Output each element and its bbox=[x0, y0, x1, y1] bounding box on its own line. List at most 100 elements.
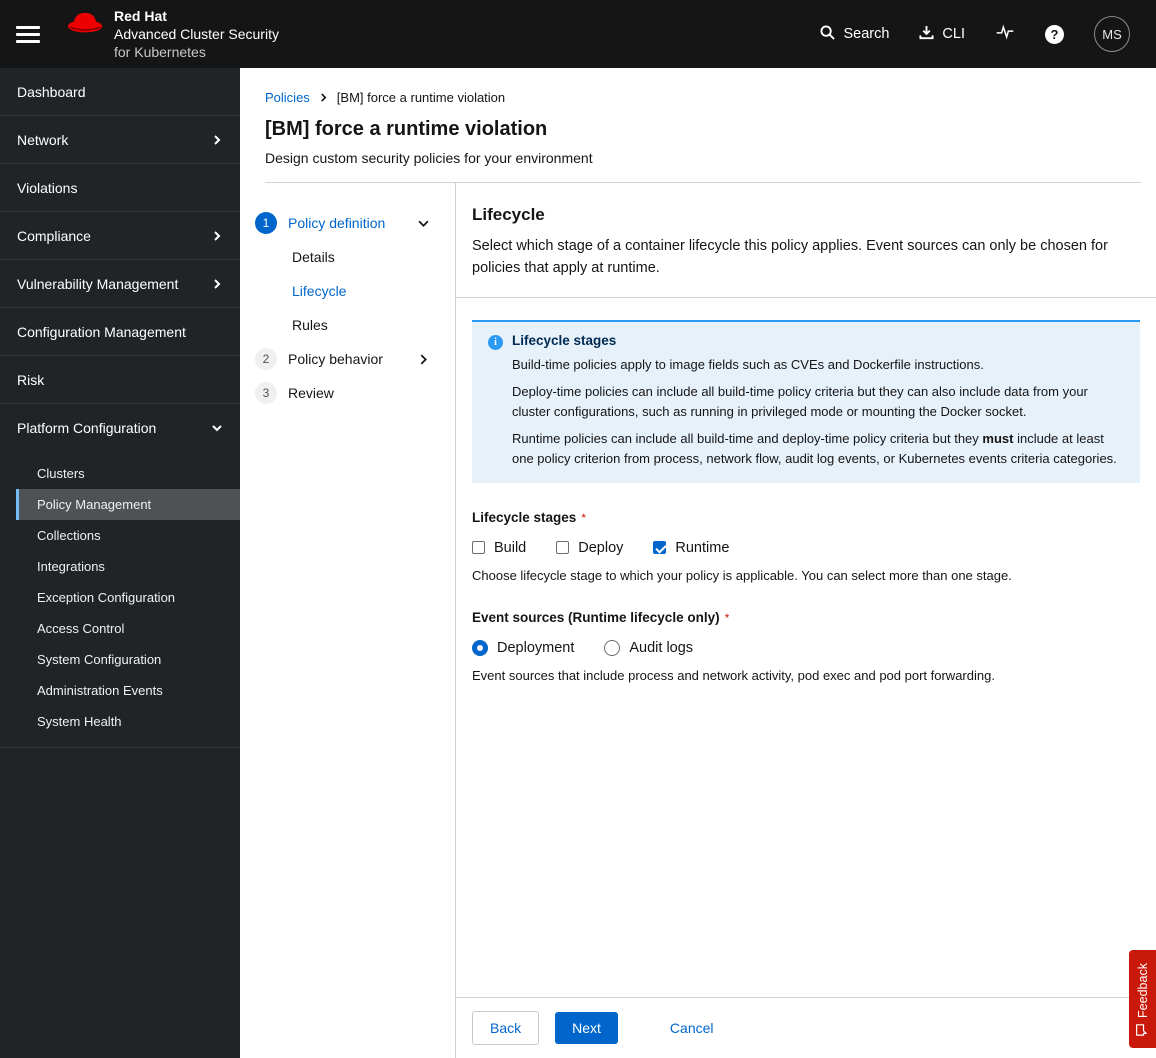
sidebar-subitem-exception-configuration[interactable]: Exception Configuration bbox=[16, 582, 240, 613]
checkbox-checked-icon[interactable] bbox=[653, 541, 667, 554]
policy-definition-substeps: Details Lifecycle Rules bbox=[292, 240, 429, 342]
lifecycle-stages-helper-text: Choose lifecycle stage to which your pol… bbox=[472, 567, 1012, 583]
wizard-substep-lifecycle[interactable]: Lifecycle bbox=[292, 274, 429, 308]
lifecycle-stages-label: Lifecycle stages bbox=[472, 509, 577, 525]
search-label: Search bbox=[843, 26, 890, 42]
wizard-step-review[interactable]: 3 Review bbox=[255, 376, 429, 410]
wizard-step-policy-behavior[interactable]: 2 Policy behavior bbox=[255, 342, 429, 376]
checkbox-deploy[interactable]: Deploy bbox=[556, 540, 623, 556]
substep-label: Details bbox=[292, 249, 335, 265]
cli-download-button[interactable]: CLI bbox=[919, 25, 965, 44]
help-button[interactable]: ? bbox=[1045, 24, 1064, 44]
user-avatar[interactable]: MS bbox=[1094, 16, 1130, 52]
sidebar-item-platform-configuration[interactable]: Platform Configuration bbox=[0, 404, 240, 452]
sidebar-item-risk[interactable]: Risk bbox=[0, 356, 240, 404]
step-number-badge: 3 bbox=[255, 382, 277, 404]
radio-audit-logs[interactable]: Audit logs bbox=[604, 639, 694, 656]
step-label: Policy behavior bbox=[288, 351, 383, 367]
sidebar-item-violations[interactable]: Violations bbox=[0, 164, 240, 212]
subitem-label: Exception Configuration bbox=[37, 590, 176, 605]
substep-label: Lifecycle bbox=[292, 283, 347, 299]
pulse-icon bbox=[995, 23, 1015, 45]
chevron-right-icon[interactable] bbox=[418, 353, 429, 365]
sidebar-item-label: Network bbox=[17, 131, 69, 148]
redhat-brand[interactable]: Red Hat Advanced Cluster Security for Ku… bbox=[66, 7, 279, 62]
cli-label: CLI bbox=[942, 26, 965, 42]
question-circle-icon: ? bbox=[1045, 24, 1064, 44]
subitem-label: System Configuration bbox=[37, 652, 162, 667]
wizard-substep-rules[interactable]: Rules bbox=[292, 308, 429, 342]
checkbox-build[interactable]: Build bbox=[472, 540, 526, 556]
subitem-label: System Health bbox=[37, 714, 122, 729]
alert-body: Lifecycle stages Build-time policies app… bbox=[512, 333, 1124, 469]
wizard-substep-details[interactable]: Details bbox=[292, 240, 429, 274]
alert-paragraph: Deploy-time policies can include all bui… bbox=[512, 383, 1088, 419]
sidebar-item-label: Compliance bbox=[17, 227, 91, 244]
sidebar-subitem-system-configuration[interactable]: System Configuration bbox=[16, 644, 240, 675]
feedback-inner: Feedback bbox=[1135, 963, 1150, 1036]
page-title: [BM] force a runtime violation bbox=[265, 118, 548, 140]
sidebar-item-vulnerability-management[interactable]: Vulnerability Management bbox=[0, 260, 240, 308]
feedback-label: Feedback bbox=[1135, 962, 1150, 1018]
page-subtitle: Design custom security policies for your… bbox=[265, 150, 593, 166]
sidebar-subitem-clusters[interactable]: Clusters bbox=[16, 458, 240, 489]
wizard-nav: 1 Policy definition Details Lifecycle Ru… bbox=[240, 183, 455, 1058]
checkbox-label: Runtime bbox=[675, 539, 730, 556]
sidebar-subitem-integrations[interactable]: Integrations bbox=[16, 551, 240, 582]
feedback-button[interactable]: Feedback bbox=[1129, 950, 1156, 1048]
sidebar-item-label: Risk bbox=[17, 371, 45, 388]
app-window: Red Hat Advanced Cluster Security for Ku… bbox=[0, 0, 1156, 1058]
wizard-content: Lifecycle Select which stage of a contai… bbox=[455, 183, 1156, 1058]
sidebar-subitem-collections[interactable]: Collections bbox=[16, 520, 240, 551]
field-label-row: Event sources (Runtime lifecycle only) * bbox=[472, 609, 1140, 627]
step-label: Review bbox=[288, 385, 334, 401]
activity-button[interactable] bbox=[995, 23, 1015, 45]
info-icon: i bbox=[488, 334, 503, 350]
alert-text: Runtime policies can include all build-t… bbox=[512, 430, 983, 446]
sidebar-item-dashboard[interactable]: Dashboard bbox=[0, 68, 240, 116]
event-sources-options: Deployment Audit logs bbox=[472, 639, 1140, 656]
wizard-step-policy-definition[interactable]: 1 Policy definition bbox=[255, 206, 429, 240]
back-button[interactable]: Back bbox=[472, 1011, 540, 1045]
checkbox-icon[interactable] bbox=[556, 541, 570, 554]
cancel-button[interactable]: Cancel bbox=[666, 1012, 718, 1044]
next-button[interactable]: Next bbox=[555, 1012, 618, 1044]
radio-selected-icon[interactable] bbox=[472, 639, 488, 656]
sidebar-item-network[interactable]: Network bbox=[0, 116, 240, 164]
sidebar-subitem-system-health[interactable]: System Health bbox=[16, 706, 240, 737]
breadcrumb-policies-link[interactable]: Policies bbox=[265, 90, 310, 105]
field-label-row: Lifecycle stages * bbox=[472, 509, 1140, 527]
step-number-badge: 2 bbox=[255, 348, 277, 370]
sidebar-item-label: Violations bbox=[17, 179, 78, 196]
comment-icon bbox=[1135, 1023, 1150, 1036]
sidebar-subitem-administration-events[interactable]: Administration Events bbox=[16, 675, 240, 706]
brand-line3: for Kubernetes bbox=[114, 44, 206, 61]
radio-icon[interactable] bbox=[604, 639, 621, 656]
search-icon bbox=[820, 24, 836, 44]
info-alert: i Lifecycle stages Build-time policies a… bbox=[472, 319, 1140, 483]
sidebar-subitem-policy-management[interactable]: Policy Management bbox=[16, 489, 240, 520]
nav-toggle-hamburger-icon[interactable] bbox=[16, 22, 40, 46]
event-sources-label: Event sources (Runtime lifecycle only) bbox=[472, 609, 720, 625]
policy-wizard: 1 Policy definition Details Lifecycle Ru… bbox=[240, 183, 1156, 1058]
sidebar-item-configuration-management[interactable]: Configuration Management bbox=[0, 308, 240, 356]
download-icon bbox=[919, 25, 934, 44]
sidebar-item-label: Vulnerability Management bbox=[17, 275, 179, 292]
lifecycle-stages-field: Lifecycle stages * Build Deploy Runtime … bbox=[472, 509, 1140, 583]
section-description: Select which stage of a container lifecy… bbox=[472, 238, 1108, 276]
search-button[interactable]: Search bbox=[820, 24, 890, 44]
breadcrumb-current: [BM] force a runtime violation bbox=[336, 90, 506, 105]
page-header: Policies [BM] force a runtime violation … bbox=[265, 68, 1141, 183]
subitem-label: Clusters bbox=[37, 466, 85, 481]
checkbox-icon[interactable] bbox=[472, 541, 485, 554]
sidebar-item-compliance[interactable]: Compliance bbox=[0, 212, 240, 260]
sidebar-subitem-access-control[interactable]: Access Control bbox=[16, 613, 240, 644]
event-sources-helper-text: Event sources that include process and n… bbox=[472, 667, 995, 683]
sidebar-nav: Dashboard Network Violations Compliance … bbox=[0, 68, 240, 1058]
chevron-down-icon[interactable] bbox=[418, 218, 429, 229]
alert-text-bold: must bbox=[982, 430, 1014, 446]
lifecycle-section-header: Lifecycle Select which stage of a contai… bbox=[456, 183, 1156, 297]
radio-deployment[interactable]: Deployment bbox=[472, 639, 574, 656]
radio-label: Audit logs bbox=[629, 639, 694, 656]
checkbox-runtime[interactable]: Runtime bbox=[653, 540, 729, 556]
